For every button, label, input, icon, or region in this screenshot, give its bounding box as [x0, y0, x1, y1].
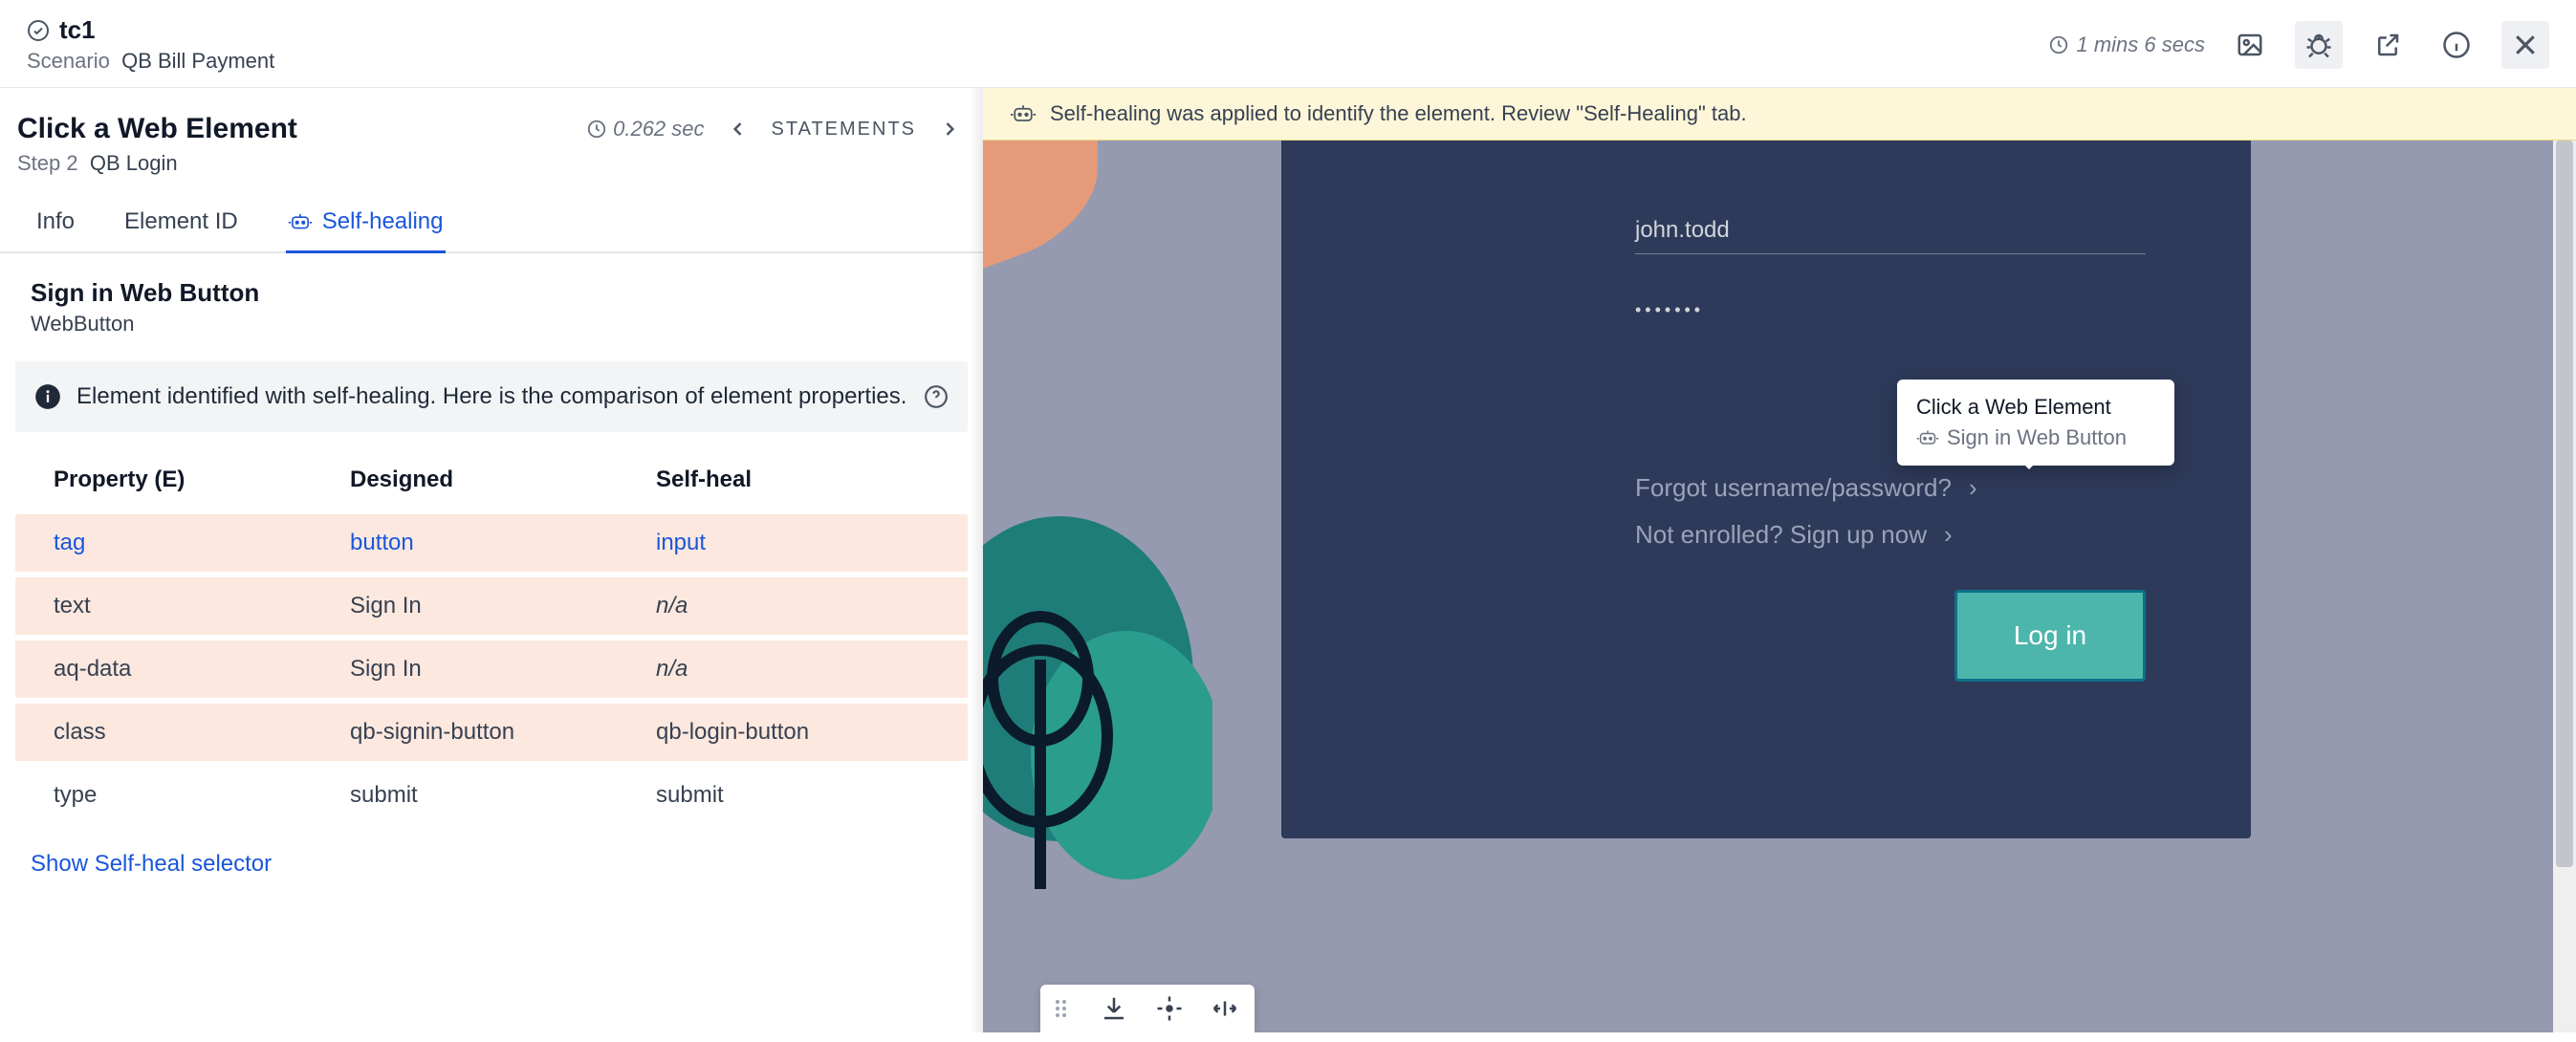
tab-element-id[interactable]: Element ID — [122, 195, 240, 253]
info-panel: Element identified with self-healing. He… — [15, 361, 968, 432]
cell-self-heal: qb-login-button — [656, 719, 929, 746]
info-panel-text: Element identified with self-healing. He… — [76, 380, 908, 413]
image-icon[interactable] — [2226, 21, 2274, 69]
property-table: Property (E) Designed Self-heal tagbutto… — [0, 432, 983, 824]
table-row: classqb-signin-buttonqb-login-button — [15, 704, 968, 761]
screenshot-viewer[interactable]: john.todd ••••••• Forgot username/passwo… — [983, 141, 2576, 1032]
help-icon[interactable] — [924, 384, 949, 409]
statements-button[interactable]: STATEMENTS — [772, 119, 916, 141]
header-right: 1 mins 6 secs — [2048, 21, 2550, 69]
tooltip-subtitle: Sign in Web Button — [1947, 425, 2127, 450]
login-button: Log in — [1954, 590, 2146, 682]
cell-self-heal: submit — [656, 782, 929, 809]
target-icon[interactable] — [1155, 994, 1184, 1023]
element-name: Sign in Web Button — [31, 278, 952, 308]
username-field: john.todd — [1635, 217, 1730, 243]
step-label: Step 2 — [17, 151, 78, 175]
cell-self-heal: n/a — [656, 656, 929, 683]
test-case-title: tc1 — [59, 15, 96, 45]
tab-info[interactable]: Info — [34, 195, 76, 253]
scenario-value: QB Bill Payment — [121, 49, 274, 73]
decoration-tree — [983, 488, 1212, 889]
download-icon[interactable] — [1100, 994, 1128, 1023]
step-value: QB Login — [90, 151, 178, 175]
info-circle-icon — [34, 383, 61, 410]
cell-designed: Sign In — [350, 656, 656, 683]
table-row: typesubmitsubmit — [15, 767, 968, 824]
tabs: Info Element ID Self-healing — [0, 193, 983, 253]
prev-step-button[interactable] — [722, 113, 754, 145]
cell-self-heal: input — [656, 530, 929, 556]
robot-icon — [288, 211, 313, 232]
col-designed: Designed — [350, 467, 656, 493]
cell-designed: Sign In — [350, 593, 656, 619]
vertical-scrollbar[interactable] — [2553, 141, 2576, 1032]
right-panel: Self-healing was applied to identify the… — [983, 88, 2576, 1032]
show-self-heal-selector-link[interactable]: Show Self-heal selector — [0, 824, 983, 878]
step-duration: 0.262 sec — [586, 117, 704, 141]
scrollbar-thumb[interactable] — [2556, 141, 2573, 867]
tab-self-healing[interactable]: Self-healing — [286, 195, 446, 253]
drag-handle-icon[interactable] — [1056, 1000, 1073, 1017]
cell-designed: qb-signin-button — [350, 719, 656, 746]
tooltip-title: Click a Web Element — [1916, 395, 2155, 420]
cell-designed: button — [350, 530, 656, 556]
cell-property: class — [54, 719, 350, 746]
element-type: WebButton — [31, 312, 952, 336]
header-left: tc1 Scenario QB Bill Payment — [27, 15, 274, 74]
col-property: Property (E) — [54, 467, 350, 493]
fit-width-icon[interactable] — [1211, 994, 1239, 1023]
total-time: 1 mins 6 secs — [2048, 33, 2206, 57]
window-header: tc1 Scenario QB Bill Payment 1 mins 6 se… — [0, 0, 2576, 88]
bug-icon[interactable] — [2295, 21, 2343, 69]
table-row: textSign Inn/a — [15, 577, 968, 635]
forgot-link: Forgot username/password?› — [1635, 473, 2146, 503]
enroll-link: Not enrolled? Sign up now› — [1635, 520, 2146, 550]
table-row: tagbuttoninput — [15, 514, 968, 572]
login-card: john.todd ••••••• Forgot username/passwo… — [1281, 141, 2251, 838]
cell-property: text — [54, 593, 350, 619]
left-panel: Click a Web Element Step 2 QB Login 0.26… — [0, 88, 983, 1032]
col-self-heal: Self-heal — [656, 467, 929, 493]
next-step-button[interactable] — [933, 113, 966, 145]
step-title: Click a Web Element — [17, 113, 297, 145]
cell-property: aq-data — [54, 656, 350, 683]
self-healing-banner: Self-healing was applied to identify the… — [983, 88, 2576, 141]
table-row: aq-dataSign Inn/a — [15, 640, 968, 698]
cell-property: type — [54, 782, 350, 809]
banner-text: Self-healing was applied to identify the… — [1050, 101, 1747, 126]
scenario-label: Scenario — [27, 49, 110, 73]
close-button[interactable] — [2501, 21, 2549, 69]
cell-self-heal: n/a — [656, 593, 929, 619]
external-link-icon[interactable] — [2364, 21, 2412, 69]
check-circle-icon — [27, 19, 50, 42]
robot-icon — [1916, 429, 1939, 446]
element-tooltip: Click a Web Element Sign in Web Button — [1897, 380, 2174, 466]
robot-icon — [1010, 103, 1037, 124]
info-icon[interactable] — [2433, 21, 2480, 69]
password-field: ••••••• — [1635, 300, 1704, 319]
cell-designed: submit — [350, 782, 656, 809]
cell-property: tag — [54, 530, 350, 556]
screenshot-toolbar[interactable] — [1040, 985, 1255, 1032]
